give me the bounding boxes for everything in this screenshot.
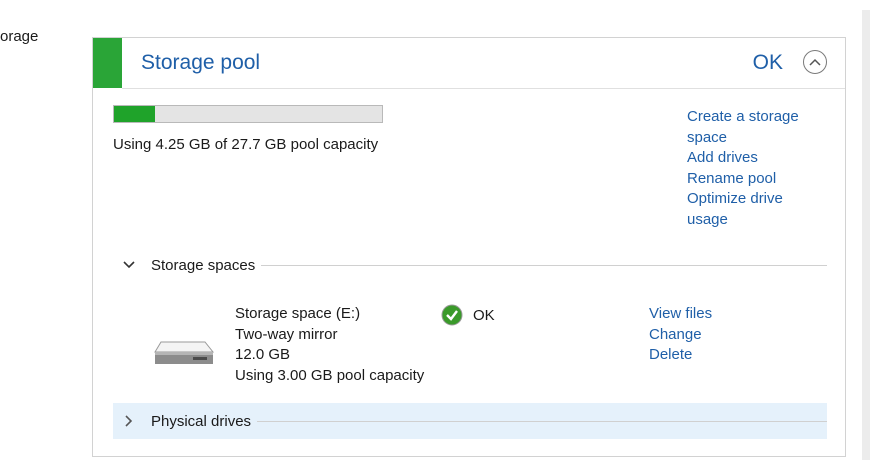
header-divider — [122, 88, 845, 89]
storage-space-status-text: OK — [473, 306, 495, 324]
pool-actions: Create a storage space Add drives Rename… — [687, 107, 827, 230]
chevron-down-icon[interactable] — [119, 255, 139, 275]
storage-space-details: Storage space (E:) Two-way mirror 12.0 G… — [235, 304, 424, 386]
pool-usage-bar — [113, 105, 383, 123]
chevron-right-icon[interactable] — [119, 411, 139, 431]
storage-space-actions: View files Change Delete — [649, 304, 712, 366]
view-files-link[interactable]: View files — [649, 304, 712, 325]
storage-space-size: 12.0 GB — [235, 346, 291, 363]
storage-space-item: Storage space (E:) Two-way mirror 12.0 G… — [153, 296, 793, 396]
storage-spaces-section-header[interactable]: Storage spaces — [113, 250, 827, 280]
storage-pool-header[interactable]: Storage pool OK — [93, 38, 845, 89]
storage-space-usage: Using 3.00 GB pool capacity — [235, 366, 425, 384]
collapse-button[interactable] — [803, 50, 827, 74]
physical-drives-label: Physical drives — [151, 412, 252, 430]
scrollbar-track[interactable] — [862, 10, 870, 460]
add-drives-link[interactable]: Add drives — [687, 148, 827, 169]
section-divider — [261, 264, 827, 266]
storage-space-status: OK — [441, 304, 495, 326]
drive-icon — [154, 341, 215, 364]
storage-space-resiliency: Two-way mirror — [235, 325, 338, 343]
optimize-drive-usage-link[interactable]: Optimize drive usage — [687, 189, 827, 230]
change-link[interactable]: Change — [649, 325, 712, 346]
rename-pool-link[interactable]: Rename pool — [687, 169, 827, 190]
pool-usage-text: Using 4.25 GB of 27.7 GB pool capacity — [113, 136, 379, 153]
breadcrumb-fragment: orage — [0, 28, 39, 45]
panel-title: Storage pool — [141, 51, 261, 74]
ok-check-icon — [441, 304, 463, 326]
storage-pool-panel: Storage pool OK Using 4.25 GB of 27.7 GB… — [92, 37, 846, 457]
pool-usage-fill — [114, 106, 156, 122]
delete-link[interactable]: Delete — [649, 345, 712, 366]
chevron-up-icon — [809, 58, 821, 66]
pool-status: OK — [752, 51, 783, 74]
status-accent-bar — [93, 38, 122, 88]
section-divider — [257, 420, 827, 422]
storage-spaces-label: Storage spaces — [151, 256, 256, 274]
create-storage-space-link[interactable]: Create a storage space — [687, 107, 827, 148]
physical-drives-section-header[interactable]: Physical drives — [113, 403, 827, 439]
storage-space-name: Storage space (E:) — [235, 305, 361, 322]
